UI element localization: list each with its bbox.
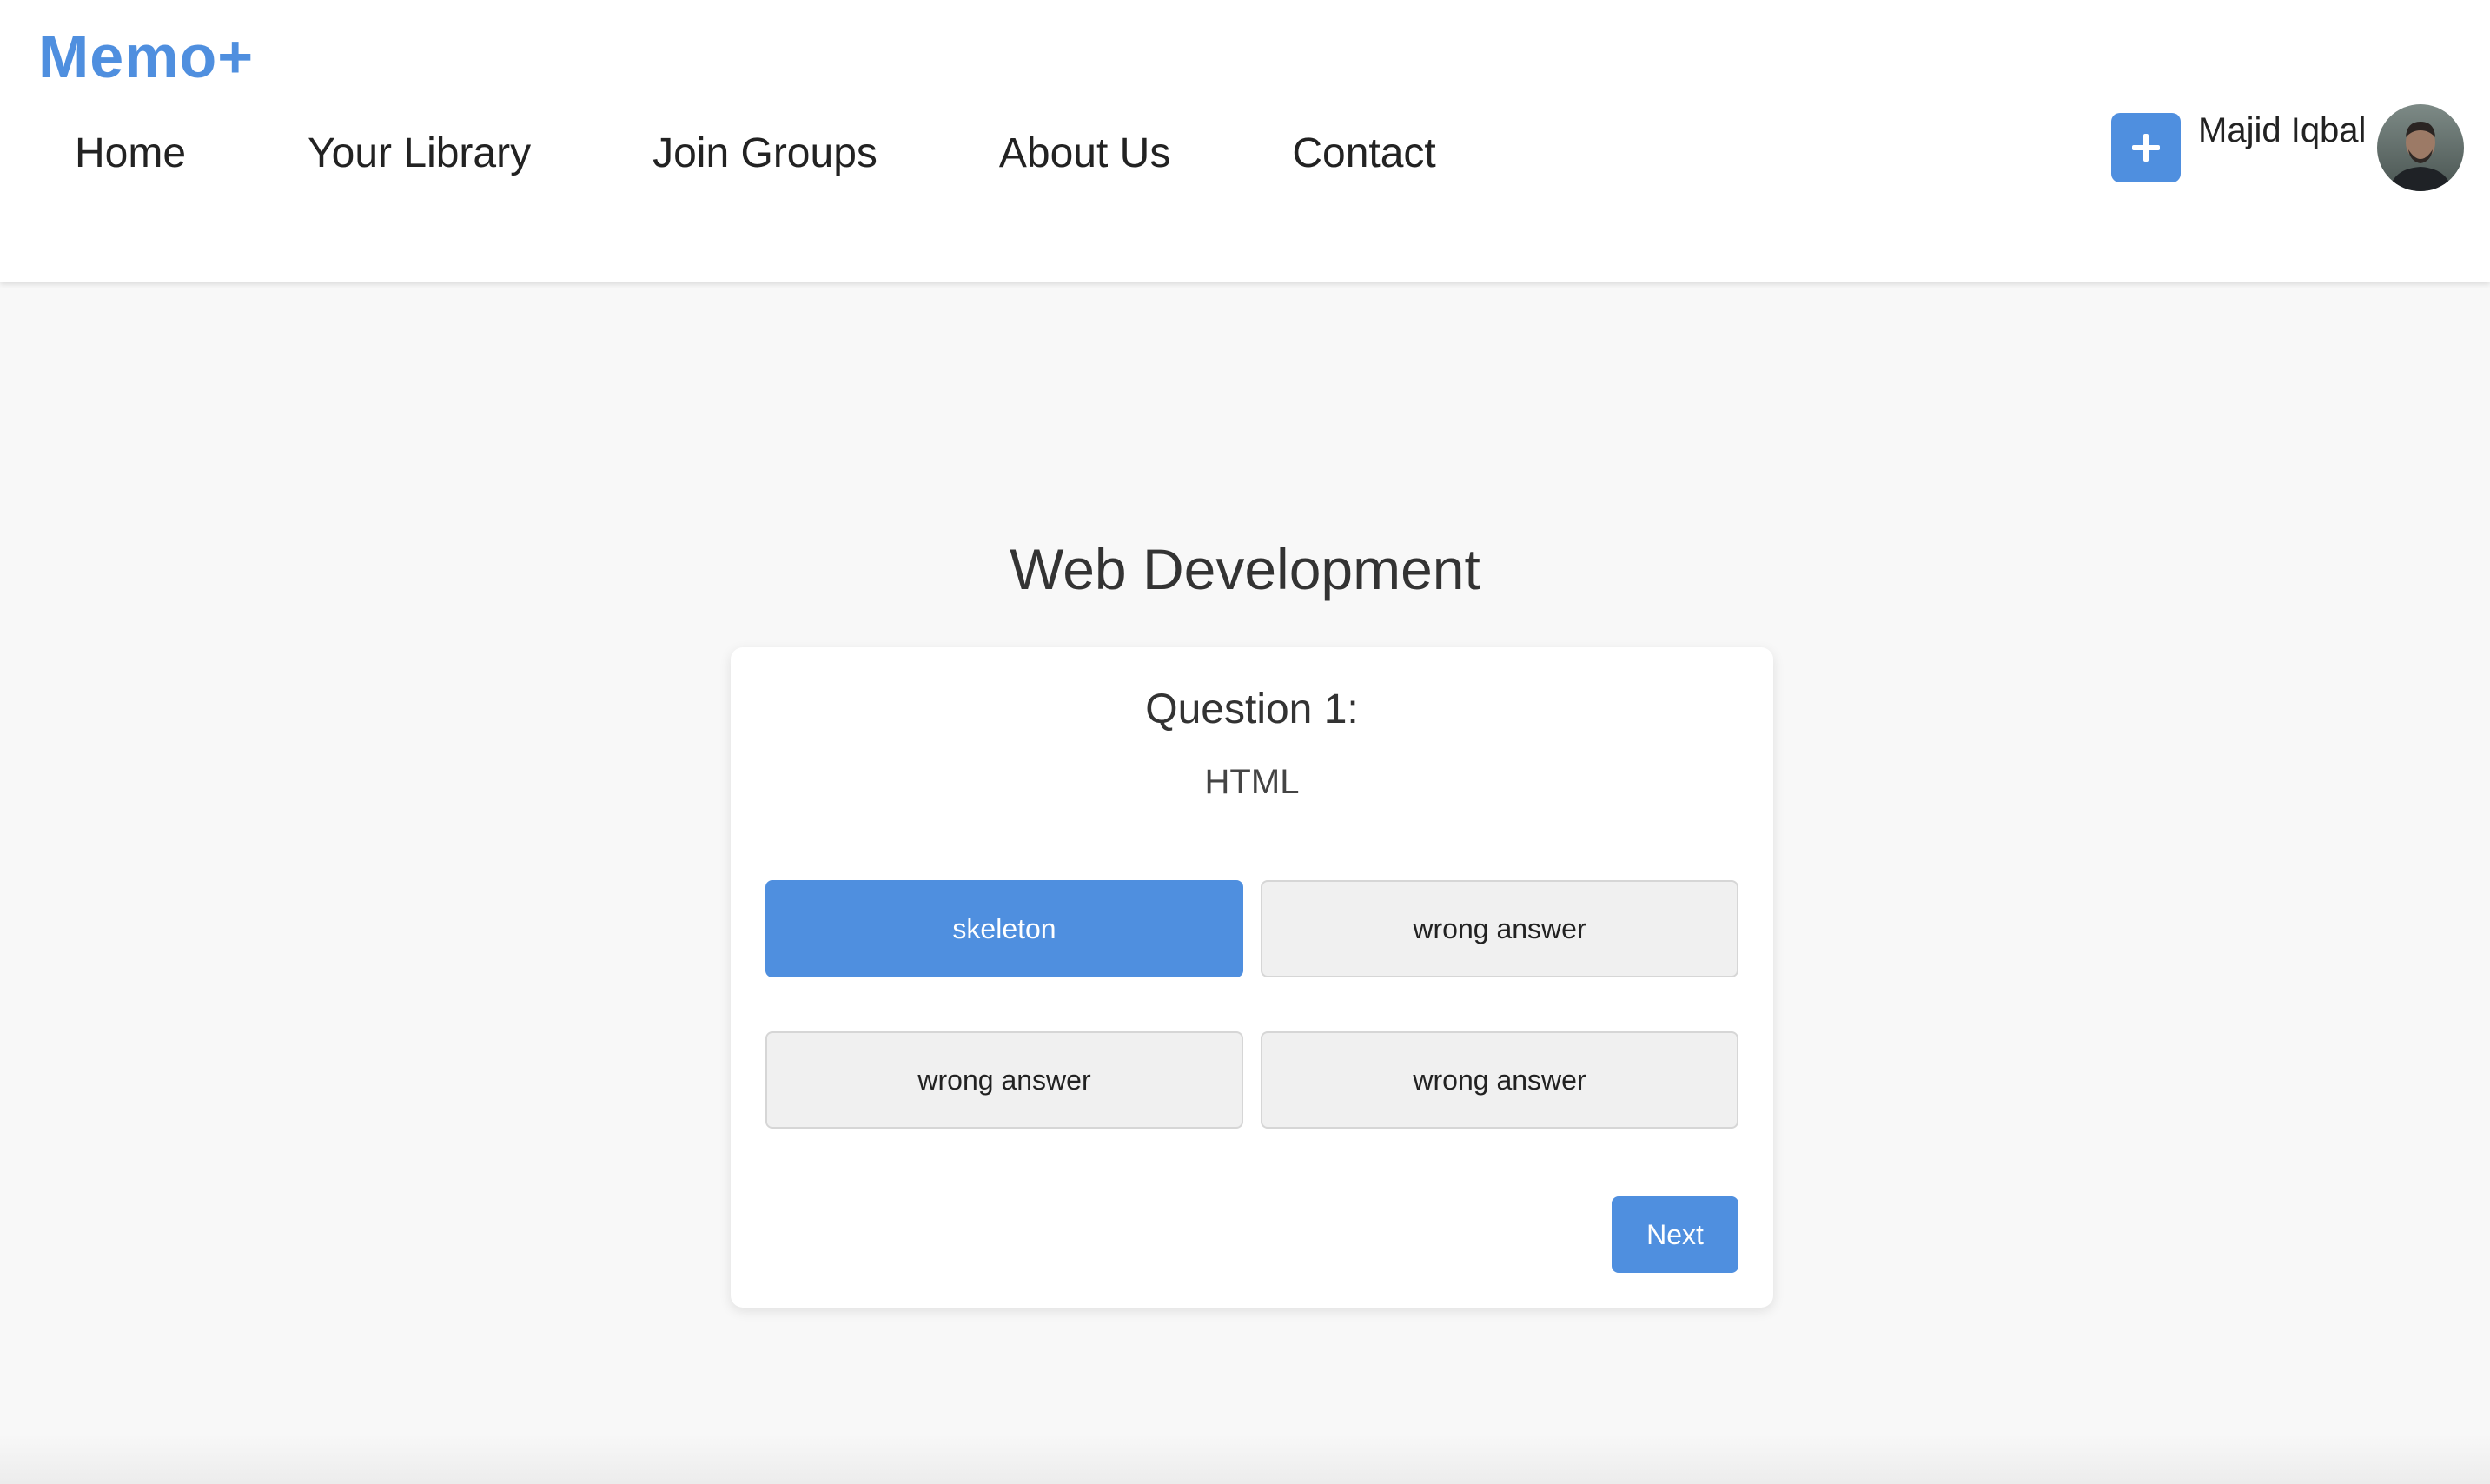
logo[interactable]: Memo+ bbox=[38, 19, 254, 94]
main-nav: Home Your Library Join Groups About Us C… bbox=[75, 122, 1436, 186]
answer-option[interactable]: wrong answer bbox=[1261, 880, 1738, 977]
nav-item-home[interactable]: Home bbox=[75, 122, 186, 186]
question-label: Question 1: bbox=[1145, 686, 1359, 732]
answer-grid: skeleton wrong answer wrong answer wrong… bbox=[765, 880, 1738, 1129]
nav-item-your-library[interactable]: Your Library bbox=[308, 122, 531, 186]
nav-item-about-us[interactable]: About Us bbox=[999, 122, 1170, 186]
question-text: HTML bbox=[1204, 763, 1300, 801]
plus-icon bbox=[2132, 134, 2160, 162]
answer-option[interactable]: wrong answer bbox=[765, 1031, 1243, 1129]
nav-item-join-groups[interactable]: Join Groups bbox=[652, 122, 877, 186]
user-avatar-icon bbox=[2377, 104, 2464, 191]
add-button[interactable] bbox=[2111, 113, 2181, 182]
deck-title: Web Development bbox=[1010, 537, 1480, 601]
top-header: Memo+ Home Your Library Join Groups Abou… bbox=[0, 0, 2490, 282]
next-button[interactable]: Next bbox=[1612, 1196, 1738, 1273]
page-bottom-shade bbox=[0, 1434, 2490, 1484]
user-name[interactable]: Majid Iqbal bbox=[2198, 108, 2366, 153]
answer-option[interactable]: skeleton bbox=[765, 880, 1243, 977]
avatar[interactable] bbox=[2377, 104, 2464, 191]
answer-option[interactable]: wrong answer bbox=[1261, 1031, 1738, 1129]
nav-item-contact[interactable]: Contact bbox=[1292, 122, 1435, 186]
quiz-card: Question 1: HTML skeleton wrong answer w… bbox=[731, 647, 1773, 1308]
